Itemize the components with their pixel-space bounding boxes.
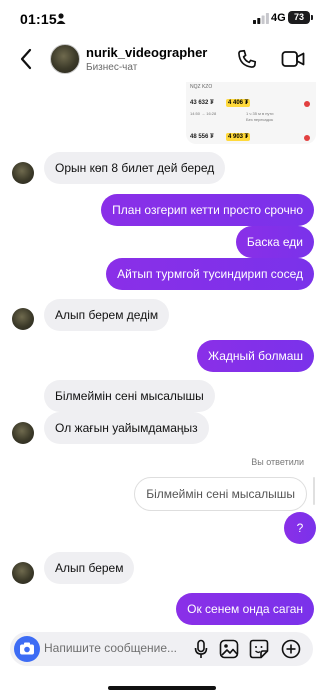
message-incoming[interactable]: Алып берем дедім bbox=[44, 299, 170, 331]
message-composer bbox=[10, 632, 313, 666]
plus-icon[interactable] bbox=[281, 639, 301, 659]
message-input[interactable] bbox=[44, 641, 184, 655]
avatar[interactable] bbox=[12, 422, 34, 444]
video-icon[interactable] bbox=[281, 48, 305, 70]
chat-header: nurik_videographer Бизнес-чат bbox=[0, 36, 323, 82]
message-incoming[interactable]: Білмеймін сені мысалышы bbox=[44, 380, 215, 412]
person-icon bbox=[56, 13, 66, 24]
snip-price-1: 48 556 ₮ bbox=[190, 134, 214, 140]
contact-subtitle: Бизнес-чат bbox=[86, 62, 138, 73]
message-outgoing[interactable]: Ок сенем онда саган bbox=[176, 593, 314, 625]
contact-name[interactable]: nurik_videographer bbox=[86, 45, 207, 60]
message-outgoing[interactable]: Айтып турмгой тусиндирип сосед bbox=[106, 258, 314, 290]
phone-icon[interactable] bbox=[236, 48, 258, 70]
snip-route-0: NQZ KZO bbox=[190, 84, 213, 90]
shared-image[interactable]: NQZ KZO 43 632 ₮ 4 406 ₮ 14:50 → 16:28 1… bbox=[186, 82, 316, 144]
battery-level: 73 bbox=[288, 11, 310, 24]
snip-badge-1: 4 903 ₮ bbox=[226, 133, 251, 141]
signal-icon bbox=[253, 13, 269, 24]
reply-label: Вы ответили bbox=[251, 457, 304, 467]
battery-tip bbox=[311, 15, 313, 20]
message-incoming[interactable]: Алып берем bbox=[44, 552, 135, 584]
camera-icon bbox=[20, 642, 34, 655]
status-time: 01:15 bbox=[20, 11, 57, 27]
snip-price-0: 43 632 ₮ bbox=[190, 100, 214, 106]
snip-note-1: 1 ч 35 м в пути bbox=[246, 111, 274, 116]
snip-note-0: Без пересадок bbox=[246, 117, 274, 122]
message-outgoing[interactable]: Жадный болмаш bbox=[196, 340, 314, 372]
mic-icon[interactable] bbox=[192, 639, 210, 659]
camera-button[interactable] bbox=[14, 636, 40, 662]
gallery-icon[interactable] bbox=[219, 639, 239, 659]
avatar[interactable] bbox=[12, 562, 34, 584]
network-type: 4G bbox=[271, 12, 286, 24]
sticker-icon[interactable] bbox=[249, 639, 269, 659]
back-icon[interactable] bbox=[16, 46, 38, 72]
snip-dot-1 bbox=[304, 135, 310, 141]
avatar[interactable] bbox=[12, 308, 34, 330]
snip-badge-0: 4 406 ₮ bbox=[226, 99, 251, 107]
message-incoming[interactable]: Ол жағын уайымдамаңыз bbox=[44, 412, 209, 444]
reply-quote[interactable]: Білмеймін сені мысалышы bbox=[134, 477, 307, 511]
message-outgoing[interactable]: Баска еди bbox=[235, 226, 314, 258]
reply-bar bbox=[313, 477, 315, 505]
message-incoming[interactable]: Орын көп 8 билет дей беред bbox=[44, 152, 226, 184]
status-bar: 01:15 4G 73 bbox=[0, 0, 323, 36]
snip-dot-0 bbox=[304, 101, 310, 107]
message-outgoing[interactable]: План озгерип кетти просто срочно bbox=[101, 194, 314, 226]
home-indicator bbox=[108, 686, 216, 690]
contact-avatar[interactable] bbox=[50, 44, 80, 74]
snip-route-1: 14:50 → 16:28 bbox=[190, 111, 217, 116]
avatar[interactable] bbox=[12, 162, 34, 184]
message-outgoing[interactable]: ? bbox=[284, 512, 316, 544]
